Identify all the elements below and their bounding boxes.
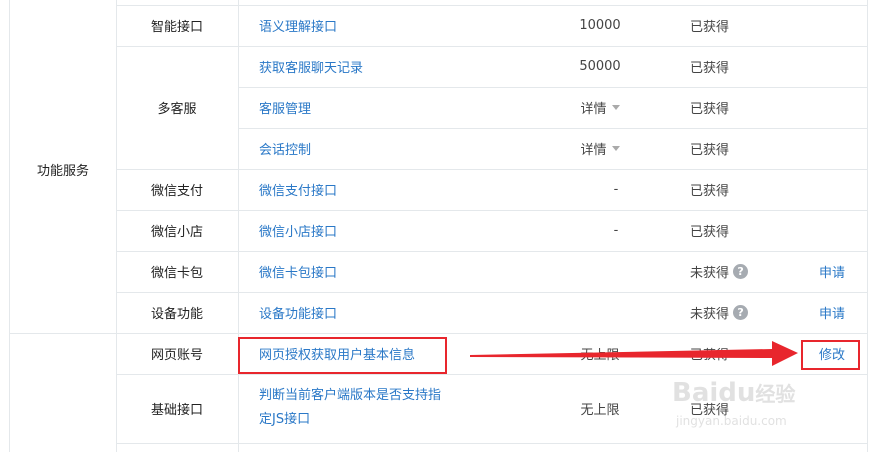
baidu-watermark: Baidu经验: [672, 378, 795, 408]
watermark-url: jingyan.baidu.com: [676, 414, 787, 428]
watermark-brand: Baidu: [672, 378, 756, 408]
watermark-sub: 经验: [755, 382, 796, 406]
